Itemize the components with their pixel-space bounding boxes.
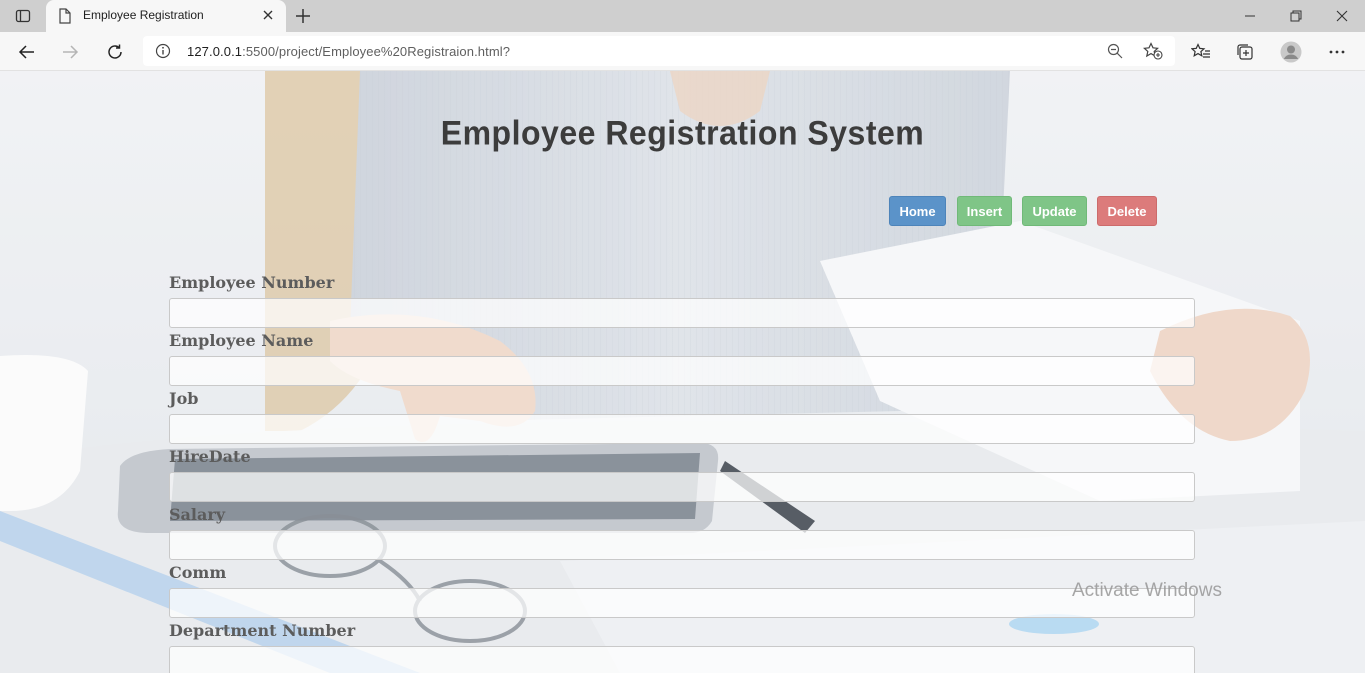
update-button[interactable]: Update [1022, 196, 1087, 226]
avatar-icon [1280, 41, 1302, 63]
reload-icon [108, 44, 122, 59]
tab-actions-button[interactable] [8, 4, 38, 28]
more-icon [1329, 50, 1345, 54]
home-button[interactable]: Home [889, 196, 946, 226]
close-window-button[interactable] [1319, 0, 1365, 32]
salary-label: Salary [169, 505, 226, 524]
restore-button[interactable] [1273, 0, 1319, 32]
close-tab-icon[interactable] [260, 7, 276, 23]
settings-menu-button[interactable] [1325, 40, 1349, 64]
delete-button[interactable]: Delete [1097, 196, 1157, 226]
insert-button[interactable]: Insert [957, 196, 1012, 226]
tab-actions-icon [15, 9, 31, 23]
page-icon [59, 8, 71, 24]
collections-button[interactable] [1233, 40, 1257, 64]
favorites-button[interactable] [1189, 40, 1213, 64]
add-favorite-icon[interactable] [1143, 42, 1163, 60]
employee-number-input[interactable] [169, 298, 1195, 328]
browser-tab[interactable]: Employee Registration [46, 0, 286, 32]
comm-input[interactable] [169, 588, 1195, 618]
site-info-icon[interactable] [155, 43, 171, 59]
address-bar[interactable]: 127.0.0.1:5500/project/Employee%20Regist… [143, 36, 1175, 66]
url-path: :5500/project/Employee%20Registraion.htm… [242, 44, 511, 59]
favorites-icon [1191, 43, 1210, 58]
hire-date-label: HireDate [169, 447, 251, 466]
activate-windows-watermark: Activate Windows [1072, 580, 1222, 601]
browser-toolbar: 127.0.0.1:5500/project/Employee%20Regist… [0, 32, 1365, 71]
job-input[interactable] [169, 414, 1195, 444]
tab-title: Employee Registration [83, 8, 204, 22]
back-arrow-icon [18, 45, 34, 59]
zoom-out-icon[interactable] [1107, 43, 1123, 59]
department-number-input[interactable] [169, 646, 1195, 673]
salary-input[interactable] [169, 530, 1195, 560]
department-number-label: Department Number [169, 621, 356, 640]
back-button[interactable] [14, 39, 40, 65]
browser-tab-bar: Employee Registration [0, 0, 1365, 32]
minimize-icon [1245, 15, 1255, 17]
url-text[interactable]: 127.0.0.1:5500/project/Employee%20Regist… [187, 44, 510, 59]
forward-arrow-icon [63, 45, 79, 59]
minimize-button[interactable] [1227, 0, 1273, 32]
page-title: Employee Registration System [440, 113, 925, 153]
comm-label: Comm [169, 563, 227, 582]
employee-number-label: Employee Number [169, 273, 335, 292]
hire-date-input[interactable] [169, 472, 1195, 502]
close-icon [1336, 10, 1348, 22]
employee-name-input[interactable] [169, 356, 1195, 386]
new-tab-icon[interactable] [292, 5, 314, 27]
url-host: 127.0.0.1 [187, 44, 243, 59]
collections-icon [1237, 44, 1253, 60]
forward-button[interactable] [57, 39, 83, 65]
restore-icon [1290, 10, 1302, 22]
job-label: Job [169, 389, 199, 408]
reload-button[interactable] [102, 39, 128, 65]
profile-button[interactable] [1279, 40, 1303, 64]
employee-name-label: Employee Name [169, 331, 314, 350]
